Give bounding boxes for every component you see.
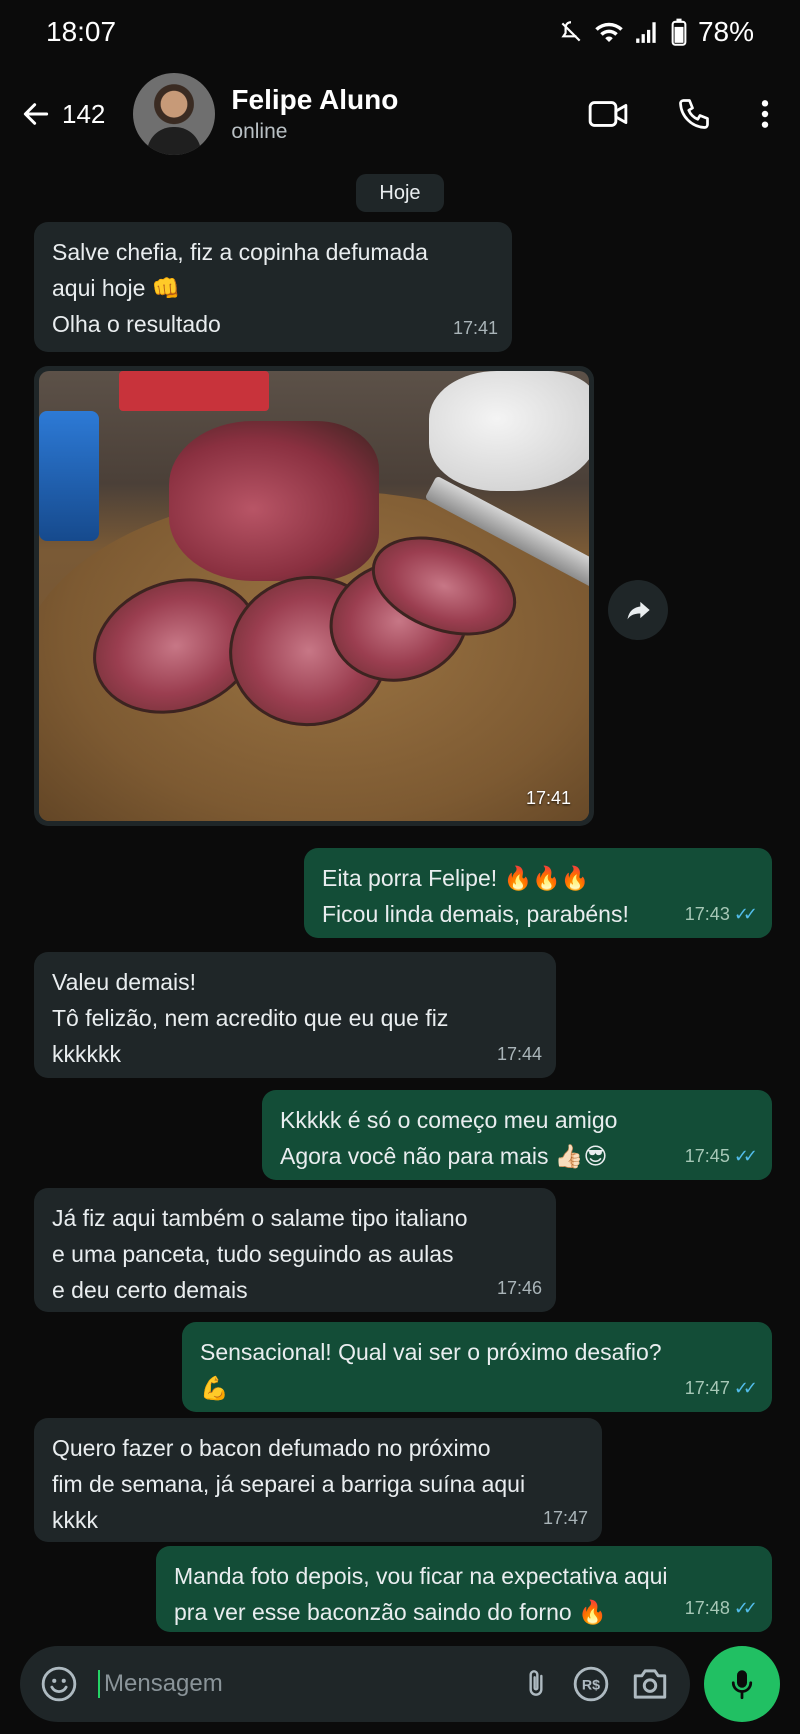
message-bubble[interactable]: Valeu demais! Tô felizão, nem acredito q… xyxy=(34,952,556,1078)
avatar[interactable] xyxy=(133,73,216,155)
status-icons: 78% xyxy=(558,16,754,48)
message-time: 17:46 xyxy=(496,1278,542,1298)
read-ticks-icon: ✓✓ xyxy=(733,904,758,924)
message-time: 17:45 xyxy=(684,1146,730,1166)
read-ticks-icon: ✓✓ xyxy=(733,1146,758,1166)
message-time: 17:41 xyxy=(452,318,498,338)
message-time: 17:47 xyxy=(542,1508,588,1528)
header-actions xyxy=(588,96,770,132)
contact-name: Felipe Aluno xyxy=(231,84,399,115)
image-message[interactable]: 17:41 xyxy=(34,366,594,826)
forward-button[interactable] xyxy=(608,580,668,640)
status-time: 18:07 xyxy=(46,16,117,47)
message-text: Sensacional! Qual vai ser o próximo desa… xyxy=(200,1339,662,1401)
composer: R$ xyxy=(0,1634,800,1734)
chat-header: 142 Felipe Aluno online xyxy=(0,64,800,164)
signal-icon xyxy=(636,22,656,43)
read-ticks-icon: ✓✓ xyxy=(733,1378,758,1398)
message-text: Manda foto depois, vou ficar na expectat… xyxy=(174,1563,668,1625)
message-time: 17:48 xyxy=(684,1598,730,1618)
message-bubble[interactable]: Salve chefia, fiz a copinha defumada aqu… xyxy=(34,222,512,352)
message-meta: 17:48 ✓✓ xyxy=(685,1590,758,1626)
battery-icon xyxy=(671,18,687,46)
message-time: 17:47 xyxy=(684,1378,730,1398)
message-bubble[interactable]: Já fiz aqui também o salame tipo italian… xyxy=(34,1188,556,1312)
message-text: Salve chefia, fiz a copinha defumada aqu… xyxy=(52,239,428,337)
message-meta: 17:45 ✓✓ xyxy=(685,1138,758,1174)
message-text: Quero fazer o bacon defumado no próximo … xyxy=(52,1435,526,1533)
svg-text:R$: R$ xyxy=(582,1678,600,1694)
message-meta: 17:46 xyxy=(497,1270,542,1306)
mic-icon xyxy=(731,1670,753,1700)
message-meta: 17:44 xyxy=(497,1036,542,1072)
back-button[interactable]: 142 xyxy=(20,98,105,130)
contact-status: online xyxy=(231,120,288,143)
video-call-icon[interactable] xyxy=(588,99,628,129)
message-meta: 17:47 ✓✓ xyxy=(685,1370,758,1406)
status-bar: 18:07 78% xyxy=(0,0,800,64)
message-meta: 17:47 xyxy=(543,1500,588,1536)
mute-icon xyxy=(561,21,581,42)
message-meta: 17:41 xyxy=(453,310,498,346)
message-bubble[interactable]: Manda foto depois, vou ficar na expectat… xyxy=(156,1546,772,1632)
emoji-icon[interactable] xyxy=(40,1665,78,1703)
photo-smoked-coppa[interactable]: 17:41 xyxy=(39,371,589,821)
attach-icon[interactable] xyxy=(520,1666,552,1702)
message-time: 17:41 xyxy=(525,788,571,808)
message-meta: 17:43 ✓✓ xyxy=(685,896,758,932)
message-bubble[interactable]: Sensacional! Qual vai ser o próximo desa… xyxy=(182,1322,772,1412)
message-time: 17:44 xyxy=(496,1044,542,1064)
message-input-container: R$ xyxy=(20,1646,690,1722)
read-ticks-icon: ✓✓ xyxy=(733,1598,758,1618)
more-options-icon[interactable] xyxy=(760,98,770,130)
message-bubble[interactable]: Eita porra Felipe! 🔥🔥🔥 Ficou linda demai… xyxy=(304,848,772,938)
camera-icon[interactable] xyxy=(630,1666,670,1702)
message-time: 17:43 xyxy=(684,904,730,924)
wifi-icon xyxy=(595,22,623,42)
unread-count: 142 xyxy=(62,98,106,129)
message-text: Valeu demais! Tô felizão, nem acredito q… xyxy=(52,969,449,1067)
forward-icon xyxy=(627,601,650,620)
date-chip: Hoje xyxy=(356,174,444,212)
battery-percent: 78% xyxy=(697,16,754,47)
message-bubble[interactable]: Quero fazer o bacon defumado no próximo … xyxy=(34,1418,602,1542)
message-text: Já fiz aqui também o salame tipo italian… xyxy=(52,1205,468,1303)
voice-call-icon[interactable] xyxy=(676,96,712,132)
mic-button[interactable] xyxy=(704,1646,780,1722)
contact-info[interactable]: Felipe Aluno online xyxy=(231,84,588,144)
payment-icon[interactable]: R$ xyxy=(572,1665,610,1703)
message-input[interactable] xyxy=(98,1670,500,1698)
message-bubble[interactable]: Kkkkk é só o começo meu amigo Agora você… xyxy=(262,1090,772,1180)
arrow-left-icon xyxy=(23,103,49,125)
chat-area[interactable]: Hoje Salve chefia, fiz a copinha defumad… xyxy=(0,164,800,1634)
